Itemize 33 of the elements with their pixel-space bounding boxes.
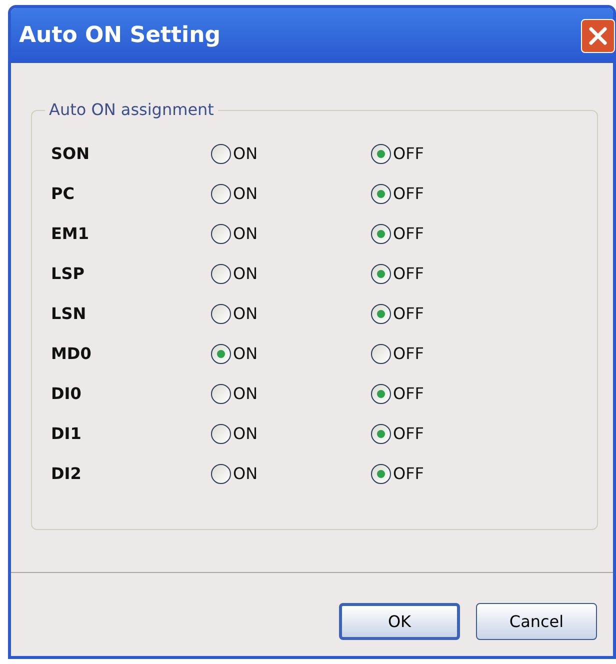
close-icon	[588, 26, 608, 46]
signal-label: LSP	[51, 263, 86, 285]
close-button[interactable]	[581, 18, 615, 52]
signal-label: DI1	[51, 423, 82, 445]
signal-label: MD0	[51, 343, 92, 365]
radio-option[interactable]: ON	[211, 382, 371, 406]
radio-option[interactable]: OFF	[371, 262, 531, 286]
signal-label: PC	[51, 183, 76, 205]
radio-option[interactable]: ON	[211, 142, 371, 166]
signal-label: DI0	[51, 383, 82, 405]
radio-option[interactable]: OFF	[371, 462, 531, 486]
radio-option[interactable]: ON	[211, 182, 371, 206]
radio-option[interactable]: OFF	[371, 302, 531, 326]
radio-option[interactable]: OFF	[371, 342, 531, 366]
signal-label: LSN	[51, 303, 88, 325]
radio-option[interactable]: ON	[211, 302, 371, 326]
radio-option[interactable]: ON	[211, 422, 371, 446]
radio-option[interactable]: OFF	[371, 222, 531, 246]
dialog-button[interactable]: OK	[339, 603, 460, 640]
radio-option[interactable]: OFF	[371, 182, 531, 206]
dialog-button[interactable]: Cancel	[476, 603, 597, 640]
radio-option[interactable]: ON	[211, 342, 371, 366]
radio-option[interactable]: ON	[211, 262, 371, 286]
radio-option[interactable]: OFF	[371, 422, 531, 446]
radio-option[interactable]: OFF	[371, 382, 531, 406]
group-title: Auto ON assignment	[48, 99, 215, 121]
signal-label: SON	[51, 143, 91, 165]
radio-option[interactable]: ON	[211, 462, 371, 486]
window-title: Auto ON Setting	[19, 22, 221, 50]
signal-label: DI2	[51, 463, 82, 485]
radio-option[interactable]: OFF	[371, 142, 531, 166]
signal-label: EM1	[51, 223, 90, 245]
radio-option[interactable]: ON	[211, 222, 371, 246]
